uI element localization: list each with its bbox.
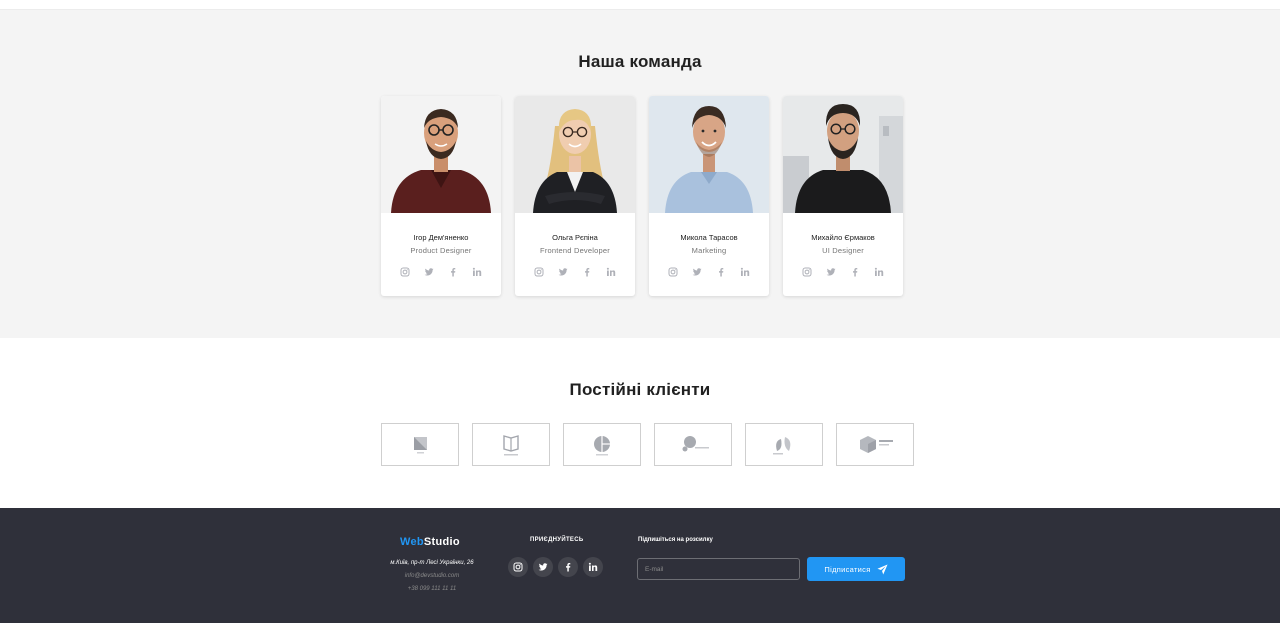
twitter-icon[interactable] — [424, 267, 434, 277]
facebook-icon[interactable] — [448, 267, 458, 277]
instagram-icon[interactable] — [508, 557, 528, 577]
member-role: Product Designer — [410, 246, 472, 255]
team-card: Микола Тарасов Marketing — [649, 96, 769, 296]
twitter-icon[interactable] — [533, 557, 553, 577]
footer-phone-link[interactable]: +38 099 111 11 11 — [372, 586, 492, 592]
member-name: Ольга Рєпіна — [552, 233, 598, 242]
send-icon — [877, 563, 888, 575]
client-logo-6[interactable] — [836, 423, 914, 466]
member-photo — [649, 96, 769, 213]
team-title: Наша команда — [578, 52, 702, 71]
linkedin-icon[interactable] — [874, 267, 884, 277]
linkedin-icon[interactable] — [583, 557, 603, 577]
member-photo — [381, 96, 501, 213]
instagram-icon[interactable] — [802, 267, 812, 277]
linkedin-icon[interactable] — [740, 267, 750, 277]
member-socials — [649, 267, 769, 277]
footer: WebStudio м.Київ, пр-т Лесі Українки, 26… — [0, 508, 1280, 623]
instagram-icon[interactable] — [400, 267, 410, 277]
linkedin-icon[interactable] — [472, 267, 482, 277]
member-role: Marketing — [691, 246, 727, 255]
team-card: Ольга Рєпіна Frontend Developer — [515, 96, 635, 296]
member-name: Микола Тарасов — [680, 233, 738, 242]
client-logo-4[interactable] — [654, 423, 732, 466]
team-section: Наша команда Ігор Дем'яненко Product Des… — [0, 10, 1280, 338]
team-card: Михайло Єрмаков UI Designer — [783, 96, 903, 296]
top-strip — [0, 0, 1280, 10]
clients-title: Постійні клієнти — [569, 380, 711, 399]
twitter-icon[interactable] — [826, 267, 836, 277]
linkedin-icon[interactable] — [606, 267, 616, 277]
member-role: Frontend Developer — [540, 246, 610, 255]
facebook-icon[interactable] — [558, 557, 578, 577]
footer-logo[interactable]: WebStudio — [400, 536, 460, 548]
team-list: Ігор Дем'яненко Product Designer Ольга Р… — [381, 96, 903, 296]
member-role: UI Designer — [822, 246, 864, 255]
clients-list — [381, 423, 914, 466]
team-card: Ігор Дем'яненко Product Designer — [381, 96, 501, 296]
subscribe-label: Підпишіться на розсилку — [638, 537, 713, 543]
subscribe-button-label: Підписатися — [824, 564, 871, 574]
member-name: Ігор Дем'яненко — [413, 233, 469, 242]
logo-studio: Studio — [423, 536, 460, 548]
instagram-icon[interactable] — [668, 267, 678, 277]
facebook-icon[interactable] — [716, 267, 726, 277]
member-name: Михайло Єрмаков — [811, 233, 875, 242]
member-photo — [515, 96, 635, 213]
member-photo — [783, 96, 903, 213]
subscribe-button[interactable]: Підписатися — [807, 557, 905, 581]
instagram-icon[interactable] — [534, 267, 544, 277]
email-input[interactable] — [637, 558, 800, 580]
twitter-icon[interactable] — [558, 267, 568, 277]
client-logo-1[interactable] — [381, 423, 459, 466]
join-label: ПРИЄДНУЙТЕСЬ — [530, 537, 584, 543]
client-logo-2[interactable] — [472, 423, 550, 466]
member-socials — [381, 267, 501, 277]
footer-address: м.Київ, пр-т Лесі Українки, 26 — [390, 560, 474, 566]
client-logo-5[interactable] — [745, 423, 823, 466]
logo-web: Web — [400, 536, 424, 548]
twitter-icon[interactable] — [692, 267, 702, 277]
member-socials — [515, 267, 635, 277]
client-logo-3[interactable] — [563, 423, 641, 466]
footer-email-link[interactable]: info@devstudio.com — [372, 573, 492, 579]
facebook-icon[interactable] — [850, 267, 860, 277]
facebook-icon[interactable] — [582, 267, 592, 277]
footer-socials — [508, 557, 603, 577]
member-socials — [783, 267, 903, 277]
